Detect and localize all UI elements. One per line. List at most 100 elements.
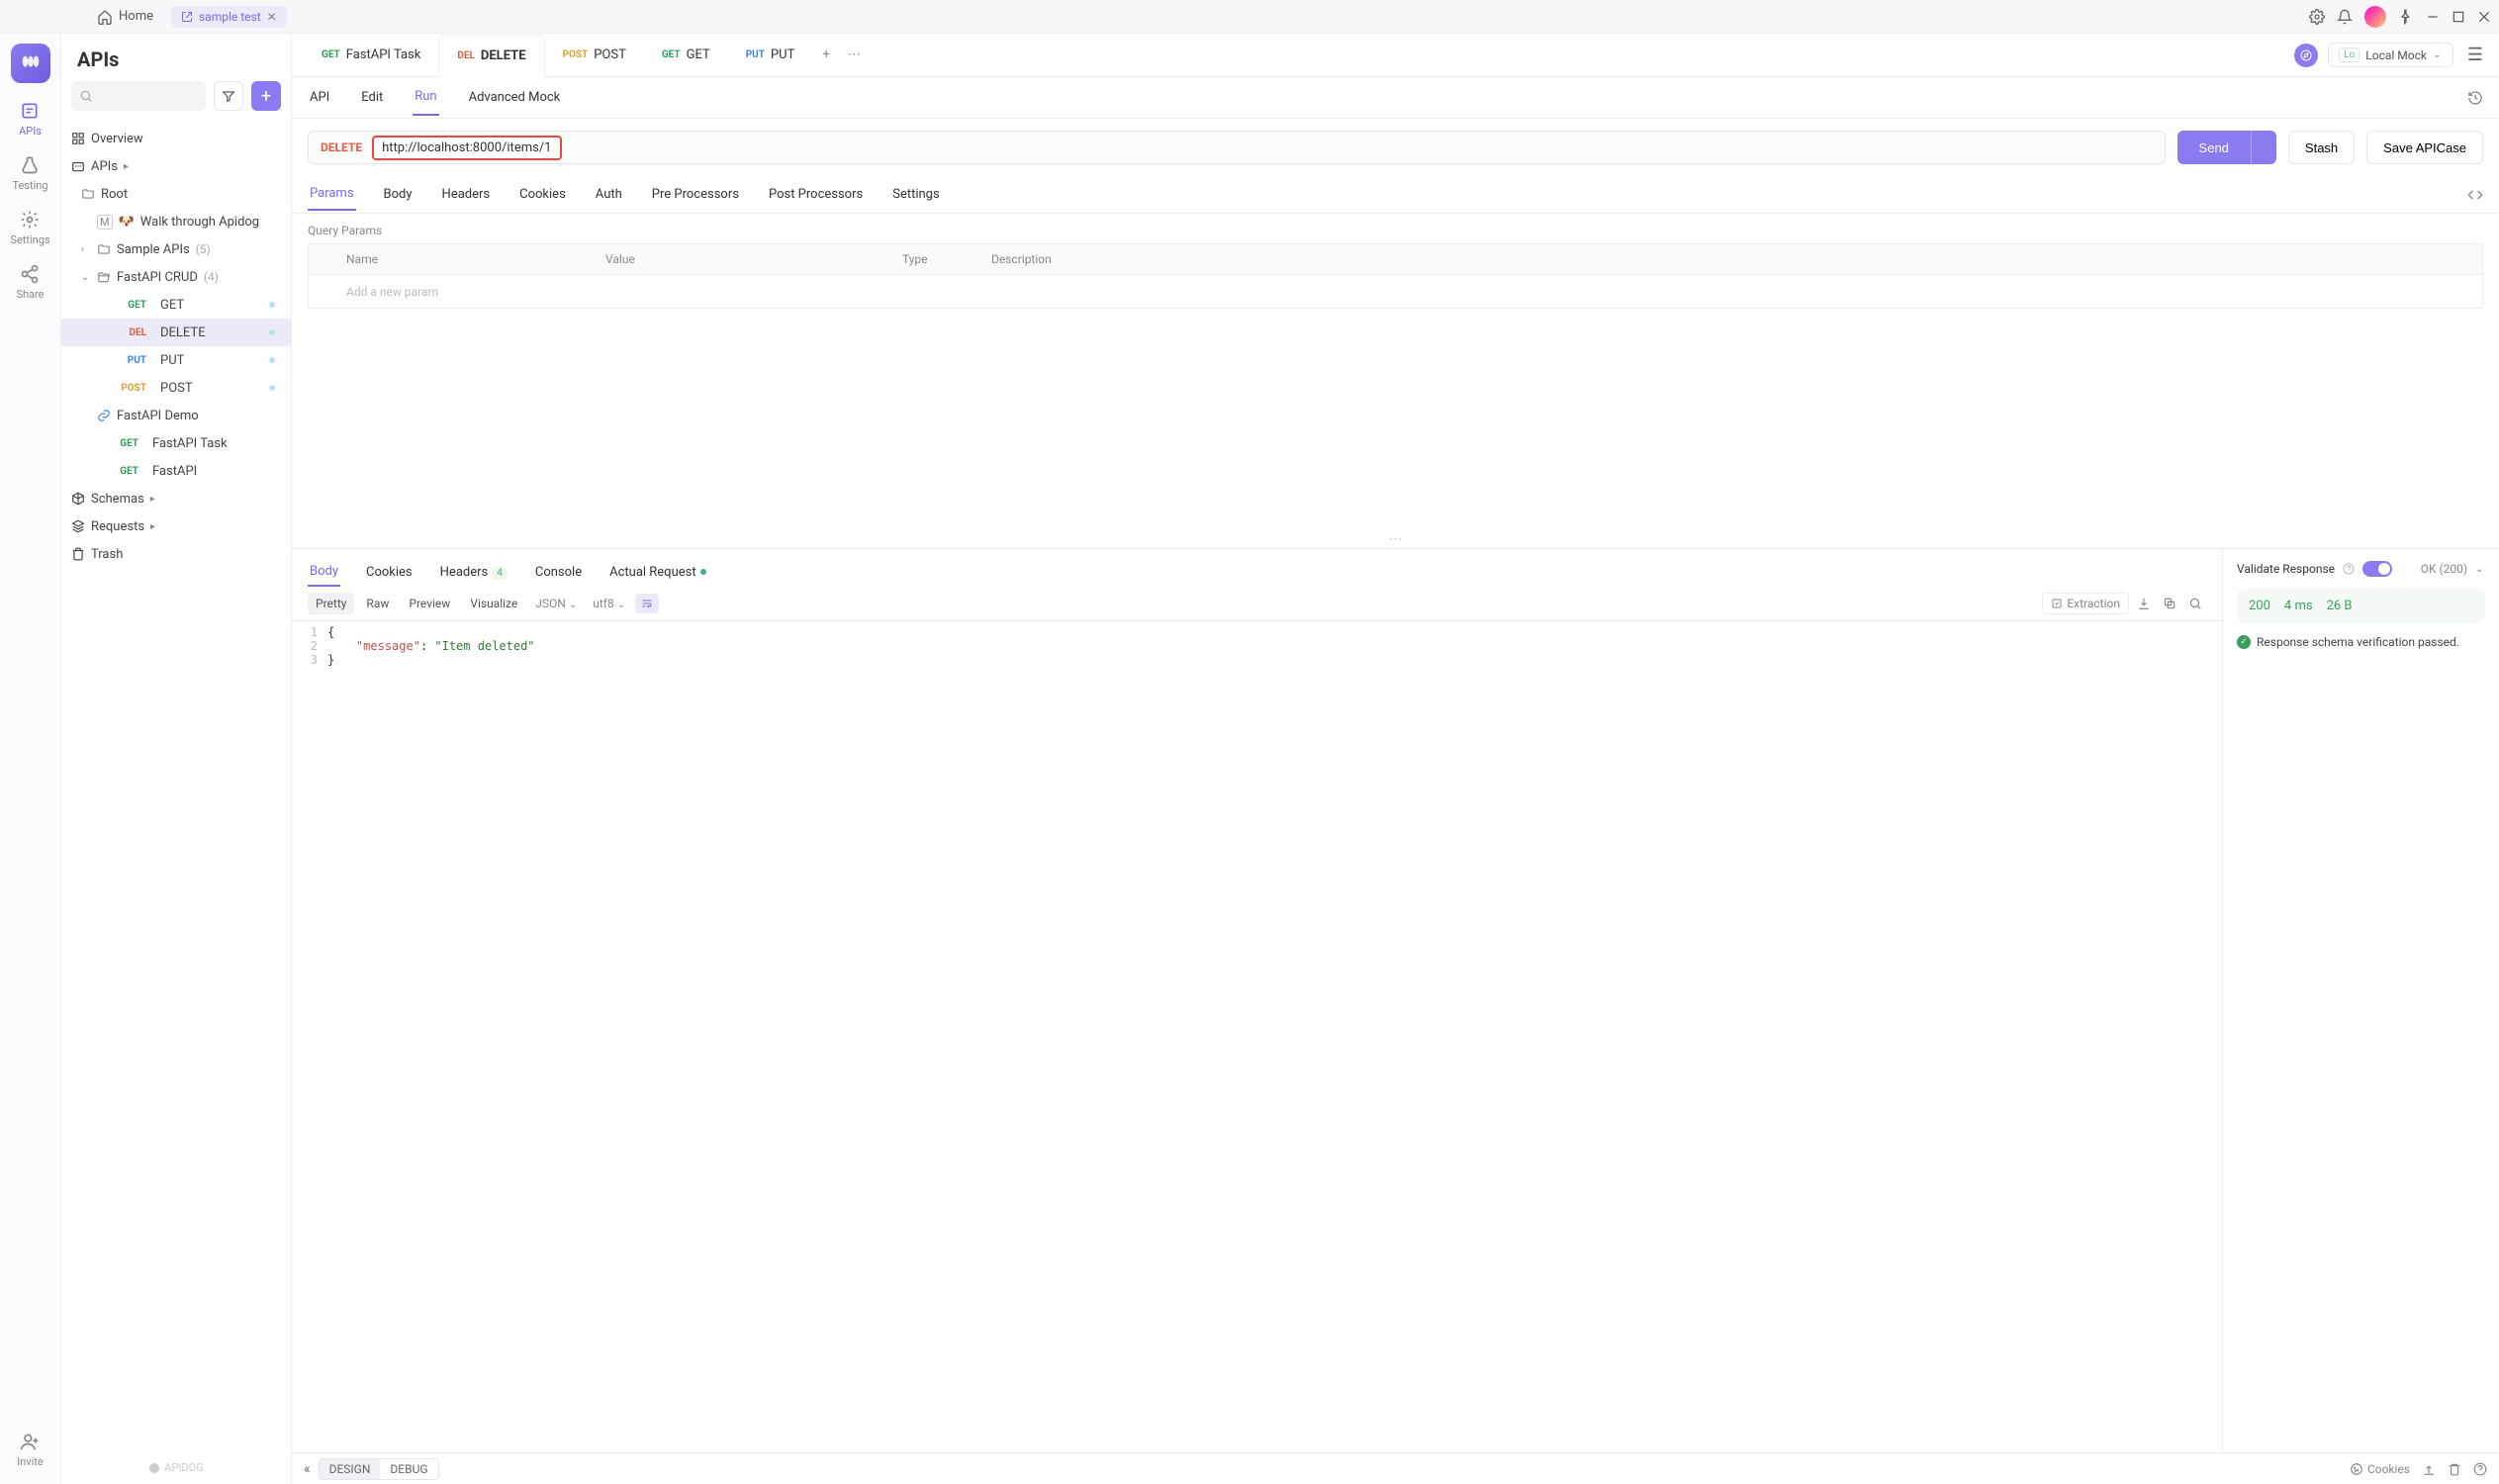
download-button[interactable]	[2133, 593, 2155, 614]
search-response-button[interactable]	[2184, 593, 2206, 614]
extract-icon	[2051, 598, 2063, 609]
tree-trash[interactable]: Trash	[61, 540, 291, 568]
extraction-button[interactable]: Extraction	[2042, 593, 2129, 614]
response-body[interactable]: 1{ 2 "message": "Item deleted" 3}	[292, 621, 2222, 1452]
tree-endpoint-put[interactable]: PUT PUT	[61, 346, 291, 374]
subtab-edit[interactable]: Edit	[359, 80, 385, 115]
tree-requests[interactable]: Requests ▸	[61, 512, 291, 540]
panel-toggle-button[interactable]: ☰	[2463, 44, 2487, 67]
app-logo[interactable]	[11, 44, 50, 83]
collapse-button[interactable]: «	[304, 1461, 311, 1477]
sidebar-add-button[interactable]: +	[251, 81, 281, 111]
api-tab-post[interactable]: POSTPOST	[545, 34, 644, 76]
history-button[interactable]	[2467, 90, 2483, 106]
tree-endpoint-post[interactable]: POST POST	[61, 374, 291, 402]
chevron-down-icon[interactable]: ⌄	[2475, 564, 2485, 575]
agent-button[interactable]	[2294, 44, 2318, 67]
rail-apis[interactable]: APIs	[19, 101, 42, 138]
maximize-icon[interactable]	[2452, 10, 2465, 24]
wrap-toggle[interactable]	[635, 594, 659, 613]
resptab-actual[interactable]: Actual Request	[607, 559, 707, 586]
upload-button[interactable]	[2422, 1462, 2436, 1476]
api-box-icon	[71, 159, 85, 173]
mode-design[interactable]: DESIGN	[320, 1459, 381, 1479]
rail-settings[interactable]: Settings	[10, 210, 49, 246]
help-icon[interactable]	[2343, 563, 2355, 575]
api-tab-task[interactable]: GETFastAPI Task	[304, 34, 438, 76]
tree-schemas[interactable]: Schemas ▸	[61, 485, 291, 512]
format-select[interactable]: JSON ⌄	[529, 593, 583, 614]
rail-share-label: Share	[16, 288, 44, 301]
send-button[interactable]: Send	[2177, 131, 2251, 164]
subtab-mock[interactable]: Advanced Mock	[467, 80, 563, 115]
view-pretty[interactable]: Pretty	[308, 593, 354, 614]
reqtab-auth[interactable]: Auth	[594, 179, 624, 210]
reqtab-post[interactable]: Post Processors	[767, 179, 865, 210]
env-badge: Lo	[2339, 47, 2360, 62]
save-apicase-button[interactable]: Save APICase	[2366, 131, 2483, 164]
cookies-button[interactable]: Cookies	[2350, 1462, 2410, 1476]
rail-testing[interactable]: Testing	[12, 155, 47, 192]
tree-endpoint-delete[interactable]: DEL DELETE	[61, 319, 291, 346]
url-input[interactable]: http://localhost:8000/items/1	[372, 136, 561, 160]
tree-overview[interactable]: Overview	[61, 125, 291, 152]
resptab-headers[interactable]: Headers4	[438, 559, 509, 586]
new-tab-button[interactable]: +	[812, 47, 840, 62]
gear-icon[interactable]	[2309, 9, 2325, 25]
close-tab-icon[interactable]: ✕	[267, 10, 277, 24]
tree-fastapi-demo[interactable]: FastAPI Demo	[61, 402, 291, 429]
tree-walkthrough[interactable]: M 🐶 Walk through Apidog	[61, 208, 291, 235]
resptab-console[interactable]: Console	[533, 559, 584, 586]
tabs-more-button[interactable]: ⋯	[840, 47, 868, 62]
view-preview[interactable]: Preview	[401, 593, 458, 614]
bell-icon[interactable]	[2337, 9, 2353, 25]
validate-toggle[interactable]	[2362, 561, 2392, 577]
mode-debug[interactable]: DEBUG	[380, 1459, 437, 1479]
encoding-select[interactable]: utf8 ⌄	[587, 593, 631, 614]
api-tab-delete[interactable]: DELDELETE	[438, 35, 544, 77]
view-raw[interactable]: Raw	[358, 593, 397, 614]
url-input-group[interactable]: DELETE http://localhost:8000/items/1	[308, 131, 2166, 164]
params-new-row[interactable]: Add a new param	[308, 275, 2483, 309]
resptab-body[interactable]: Body	[308, 558, 340, 587]
reqtab-body[interactable]: Body	[382, 179, 415, 210]
tree-fastapi-crud[interactable]: ⌄ FastAPI CRUD (4)	[61, 263, 291, 291]
subtab-api[interactable]: API	[308, 80, 331, 115]
code-snippet-button[interactable]	[2467, 187, 2483, 203]
minimize-icon[interactable]	[2426, 10, 2440, 24]
tree-sample-apis[interactable]: › Sample APIs (5)	[61, 235, 291, 263]
resize-handle[interactable]: ⋯	[292, 536, 2499, 548]
download-icon	[2137, 597, 2151, 610]
reqtab-headers[interactable]: Headers	[440, 179, 493, 210]
environment-select[interactable]: Lo Local Mock ⌄	[2328, 43, 2453, 67]
tree-endpoint-fastapi[interactable]: GET FastAPI	[61, 457, 291, 485]
pin-icon[interactable]	[2398, 9, 2414, 25]
tree-endpoint-task[interactable]: GET FastAPI Task	[61, 429, 291, 457]
sidebar-search[interactable]	[71, 81, 206, 111]
sidebar-filter[interactable]	[214, 81, 243, 111]
reqtab-settings[interactable]: Settings	[890, 179, 941, 210]
subtab-run[interactable]: Run	[413, 79, 438, 116]
project-tab[interactable]: sample test ✕	[171, 6, 287, 28]
help-button[interactable]	[2473, 1462, 2487, 1476]
tree-root-folder[interactable]: Root	[61, 180, 291, 208]
trash-button[interactable]	[2448, 1462, 2461, 1476]
api-tab-put[interactable]: PUTPUT	[728, 34, 813, 76]
tree-apis-root[interactable]: APIs ▸	[61, 152, 291, 180]
copy-button[interactable]	[2159, 593, 2180, 614]
avatar[interactable]	[2364, 6, 2386, 28]
reqtab-pre[interactable]: Pre Processors	[650, 179, 741, 210]
api-tab-get[interactable]: GETGET	[644, 34, 728, 76]
reqtab-cookies[interactable]: Cookies	[517, 179, 568, 210]
view-visualize[interactable]: Visualize	[462, 593, 525, 614]
rail-share[interactable]: Share	[16, 264, 44, 301]
home-button[interactable]: Home	[87, 5, 163, 29]
stash-button[interactable]: Stash	[2288, 131, 2355, 164]
tree-endpoint-get[interactable]: GET GET	[61, 291, 291, 319]
resptab-cookies[interactable]: Cookies	[364, 559, 415, 586]
rail-invite[interactable]: Invite	[17, 1432, 44, 1468]
close-window-icon[interactable]	[2477, 10, 2491, 24]
reqtab-params[interactable]: Params	[308, 178, 356, 211]
send-dropdown[interactable]: ⌄	[2251, 131, 2276, 164]
markdown-badge-icon: M	[97, 215, 113, 230]
